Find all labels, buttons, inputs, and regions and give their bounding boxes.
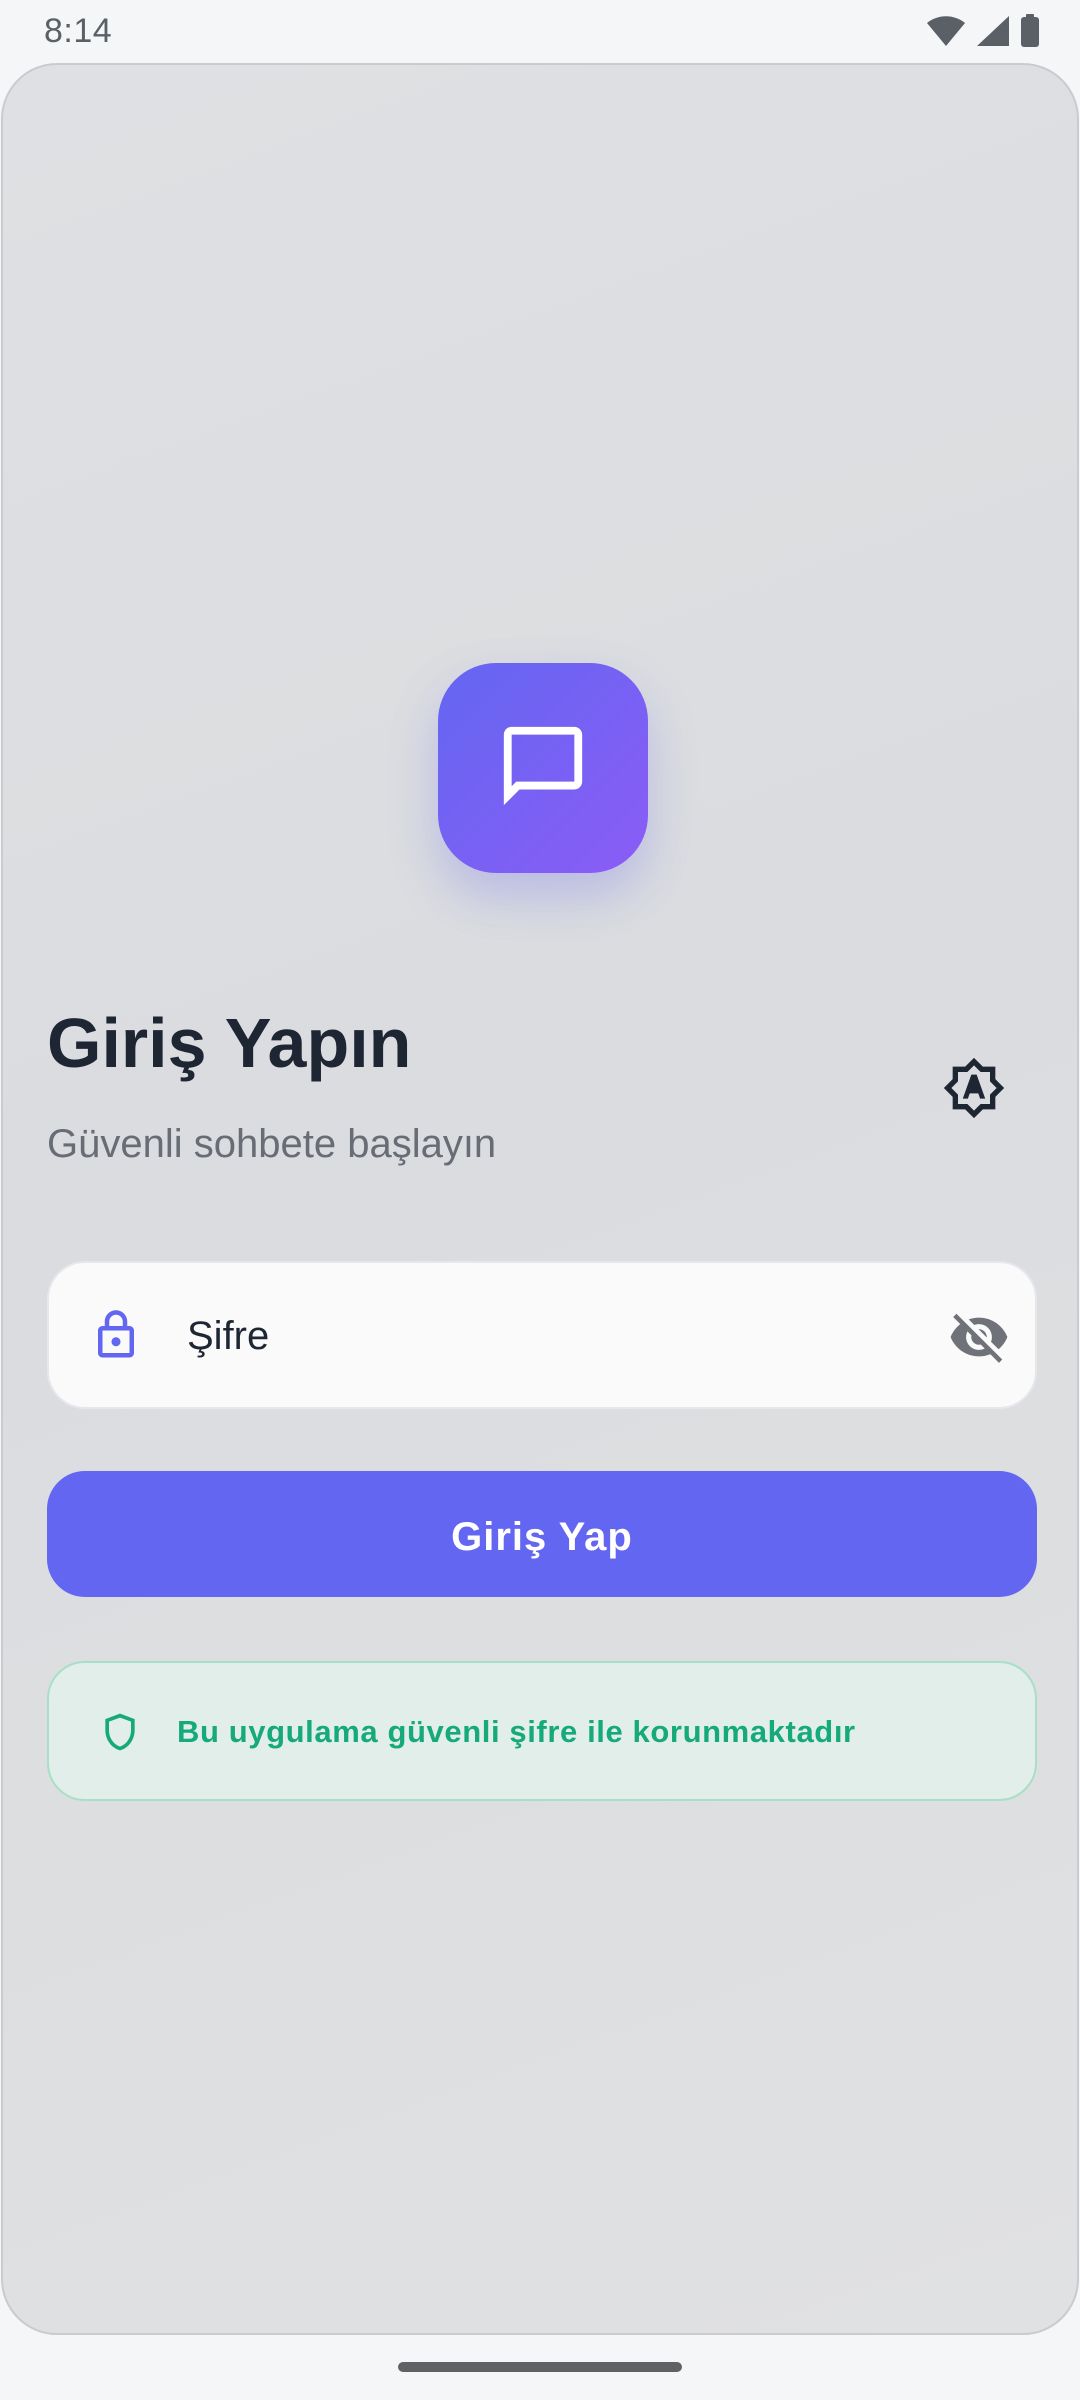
security-notice: Bu uygulama güvenli şifre ile korunmakta… bbox=[47, 1661, 1037, 1801]
security-notice-text: Bu uygulama güvenli şifre ile korunmakta… bbox=[177, 1714, 856, 1749]
password-input[interactable] bbox=[185, 1293, 945, 1379]
app-logo bbox=[438, 663, 648, 873]
status-time: 8:14 bbox=[44, 11, 113, 50]
home-indicator[interactable] bbox=[398, 2362, 682, 2372]
status-icons bbox=[926, 14, 1040, 48]
visibility-off-icon[interactable] bbox=[945, 1303, 1013, 1371]
signal-icon bbox=[976, 15, 1010, 47]
chat-bubble-icon bbox=[496, 719, 590, 818]
theme-toggle-button[interactable] bbox=[941, 1057, 1007, 1123]
shield-icon bbox=[95, 1707, 145, 1757]
status-bar: 8:14 bbox=[0, 0, 1080, 62]
lock-icon bbox=[86, 1305, 146, 1365]
login-button[interactable]: Giriş Yap bbox=[47, 1471, 1037, 1597]
login-card: Giriş Yapın Güvenli sohbete başlayın Gir… bbox=[1, 63, 1079, 2335]
wifi-icon bbox=[926, 15, 966, 47]
page-subtitle: Güvenli sohbete başlayın bbox=[47, 1122, 497, 1166]
battery-icon bbox=[1020, 14, 1040, 48]
page-title: Giriş Yapın bbox=[47, 1004, 412, 1082]
brightness-auto-icon bbox=[942, 1056, 1006, 1125]
password-field[interactable] bbox=[47, 1261, 1037, 1409]
